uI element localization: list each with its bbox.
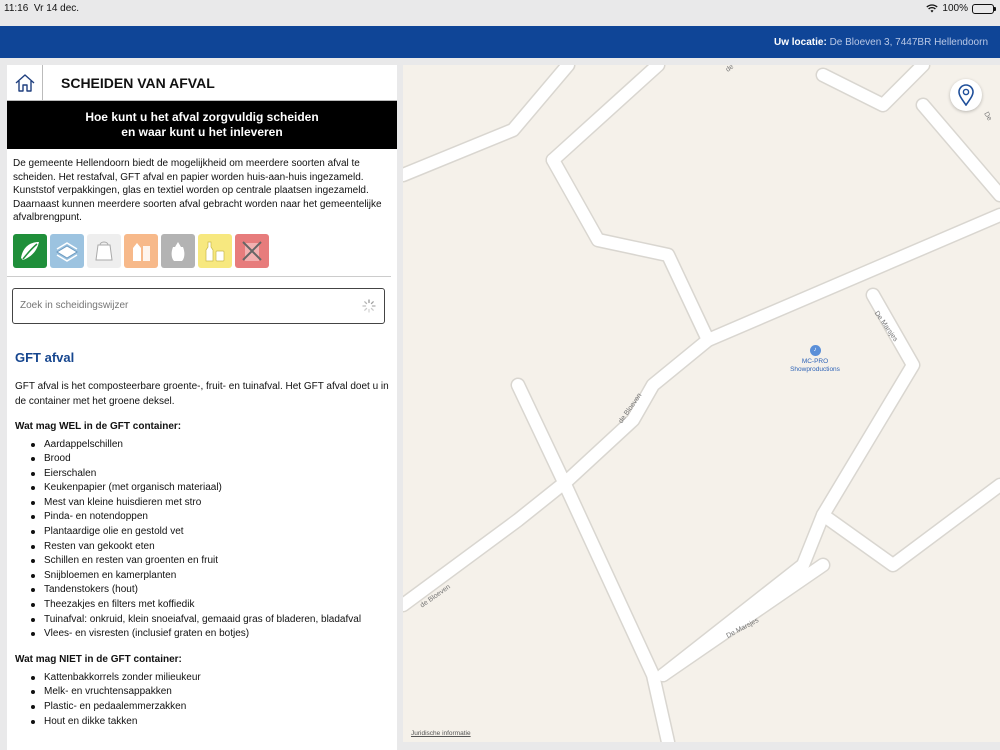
status-bar: 11:16 Vr 14 dec. 100% — [0, 0, 1000, 24]
location-label: Uw locatie: — [773, 37, 827, 48]
list-item: Kattenbakkorrels zonder milieukeur — [31, 671, 397, 686]
paper-icon[interactable] — [50, 233, 84, 268]
location-pin-icon — [958, 84, 974, 106]
panel-header: SCHEIDEN VAN AFVAL — [7, 65, 397, 101]
list-item: Plantaardige olie en gestold vet — [31, 525, 397, 540]
poi-name-line-2: Showproductions — [790, 365, 840, 373]
list-item: Snijbloemen en kamerplanten — [31, 569, 397, 584]
list-item: Tuinafval: onkruid, klein snoeiafval, ge… — [31, 613, 397, 628]
road-network — [403, 65, 1000, 742]
waste-type-icons — [7, 231, 391, 277]
banner: Hoe kunt u het afval zorgvuldig scheiden… — [7, 101, 397, 149]
allowed-title: Wat mag WEL in de GFT container: — [15, 420, 182, 432]
list-item: Keukenpapier (met organisch materiaal) — [31, 481, 397, 496]
location-value: De Bloeven 3, 7447BR Hellendoorn — [829, 37, 988, 48]
search-field[interactable] — [12, 287, 385, 324]
list-item: Tandenstokers (hout) — [31, 583, 397, 598]
list-item: Eierschalen — [31, 467, 397, 482]
legal-link[interactable]: Juridische informatie — [411, 730, 471, 737]
section-title: GFT afval — [15, 349, 75, 365]
not-allowed-list: Kattenbakkorrels zonder milieukeur Melk- … — [7, 671, 397, 729]
rest-waste-icon[interactable] — [161, 233, 195, 268]
info-panel: SCHEIDEN VAN AFVAL Hoe kunt u het afval … — [7, 65, 397, 750]
no-waste-icon[interactable] — [235, 233, 269, 268]
list-item: Schillen en resten van groenten en fruit — [31, 554, 397, 569]
intro-text: De gemeente Hellendoorn biedt de mogelij… — [13, 158, 382, 223]
allowed-list: Aardappelschillen Brood Eierschalen Keukenp… — [7, 438, 397, 642]
battery-icon — [972, 3, 996, 14]
list-item: Pinda- en notendoppen — [31, 510, 397, 525]
battery-percent: 100% — [942, 3, 968, 14]
section-description: GFT afval is het composteerbare groente-… — [15, 380, 389, 407]
drink-carton-icon[interactable] — [124, 233, 158, 268]
page-title: SCHEIDEN VAN AFVAL — [61, 74, 215, 91]
poi-name-line-1: MC-PRO — [801, 358, 829, 365]
list-item: Brood — [31, 452, 397, 467]
home-button[interactable] — [7, 65, 43, 101]
not-allowed-title: Wat mag NIET in de GFT container: — [15, 653, 182, 665]
banner-line-2: en waar kunt u het inleveren — [121, 125, 283, 139]
list-item: Vlees- en visresten (inclusief graten en… — [31, 627, 397, 642]
list-item: Aardappelschillen — [31, 438, 397, 453]
list-item: Plastic- en pedaalemmerzakken — [31, 700, 397, 715]
list-item: Hout en dikke takken — [31, 715, 397, 730]
list-item: Theezakjes en filters met koffiedik — [31, 598, 397, 613]
loading-spinner-icon — [362, 298, 376, 313]
location-display[interactable]: Uw locatie: De Bloeven 3, 7447BR Hellend… — [774, 37, 988, 48]
wifi-icon — [926, 4, 939, 13]
banner-line-1: Hoe kunt u het afval zorgvuldig scheiden — [85, 110, 319, 124]
locate-button[interactable] — [950, 79, 982, 111]
glass-icon[interactable] — [198, 233, 232, 268]
search-input[interactable] — [13, 288, 333, 323]
poi-icon: ♪ — [809, 345, 821, 356]
status-time: 11:16 Vr 14 dec. — [4, 3, 80, 14]
top-bar: Uw locatie: De Bloeven 3, 7447BR Hellend… — [0, 26, 1000, 58]
status-right: 100% — [926, 3, 996, 14]
list-item: Resten van gekookt eten — [31, 540, 397, 555]
gft-icon[interactable] — [13, 233, 47, 268]
list-item: Mest van kleine huisdieren met stro — [31, 496, 397, 511]
plastic-icon[interactable] — [87, 233, 121, 268]
list-item: Melk- en vruchtensappakken — [31, 685, 397, 700]
map-poi[interactable]: ♪ MC-PRO Showproductions — [780, 345, 850, 373]
map-view[interactable]: de Bloeven De Marsjes de Bloeven De Mars… — [403, 65, 1000, 742]
home-icon — [15, 73, 34, 92]
